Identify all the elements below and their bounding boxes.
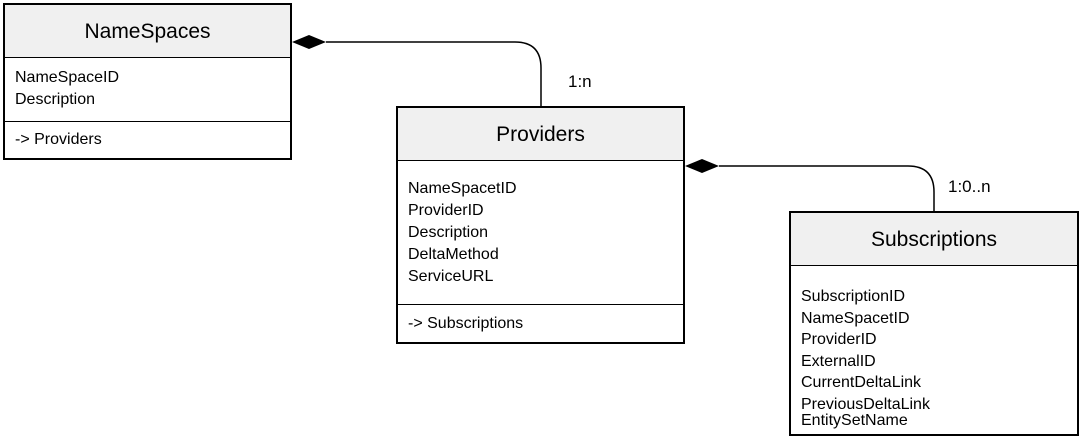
attribute-list: NameSpacetID ProviderID Description Delt… <box>398 161 683 304</box>
multiplicity-label: 1:0..n <box>948 177 991 196</box>
multiplicity-label: 1:n <box>568 72 592 91</box>
attribute: EntitySetName <box>801 412 908 429</box>
entity-title: NameSpaces <box>5 5 290 58</box>
attribute: ProviderID <box>801 331 877 348</box>
attribute: DeltaMethod <box>408 246 499 263</box>
method-list: -> Subscriptions <box>398 304 683 342</box>
entity-title: Subscriptions <box>791 213 1077 266</box>
attribute: NameSpaceID <box>15 69 120 86</box>
attribute: CurrentDeltaLink <box>801 374 922 391</box>
attribute-list: SubscriptionID NameSpacetID ProviderID E… <box>791 266 1077 432</box>
attribute: Description <box>408 224 489 241</box>
relation-line-providers-subscriptions <box>719 165 935 211</box>
attribute: NameSpacetID <box>801 309 910 327</box>
composition-diamond-icon <box>292 35 326 49</box>
method: -> Providers <box>15 131 102 148</box>
attribute: ExternalID <box>801 352 876 370</box>
attribute: NameSpacetID <box>408 180 517 197</box>
entity-providers[interactable]: Providers NameSpacetID ProviderID Descri… <box>396 106 685 344</box>
relation-line-namespaces-providers <box>326 41 542 106</box>
entity-subscriptions[interactable]: Subscriptions SubscriptionID NameSpacetI… <box>789 211 1079 436</box>
attribute: ProviderID <box>408 202 484 219</box>
composition-diamond-icon <box>685 159 719 173</box>
method: -> Subscriptions <box>408 315 524 332</box>
attribute: SubscriptionID <box>801 288 906 305</box>
attribute: Description <box>15 91 96 108</box>
method-list: -> Providers <box>5 121 290 158</box>
entity-namespaces[interactable]: NameSpaces NameSpaceID Description -> Pr… <box>3 3 292 160</box>
entity-title: Providers <box>398 108 683 161</box>
attribute-list: NameSpaceID Description <box>5 58 290 121</box>
attribute: ServiceURL <box>408 268 494 285</box>
